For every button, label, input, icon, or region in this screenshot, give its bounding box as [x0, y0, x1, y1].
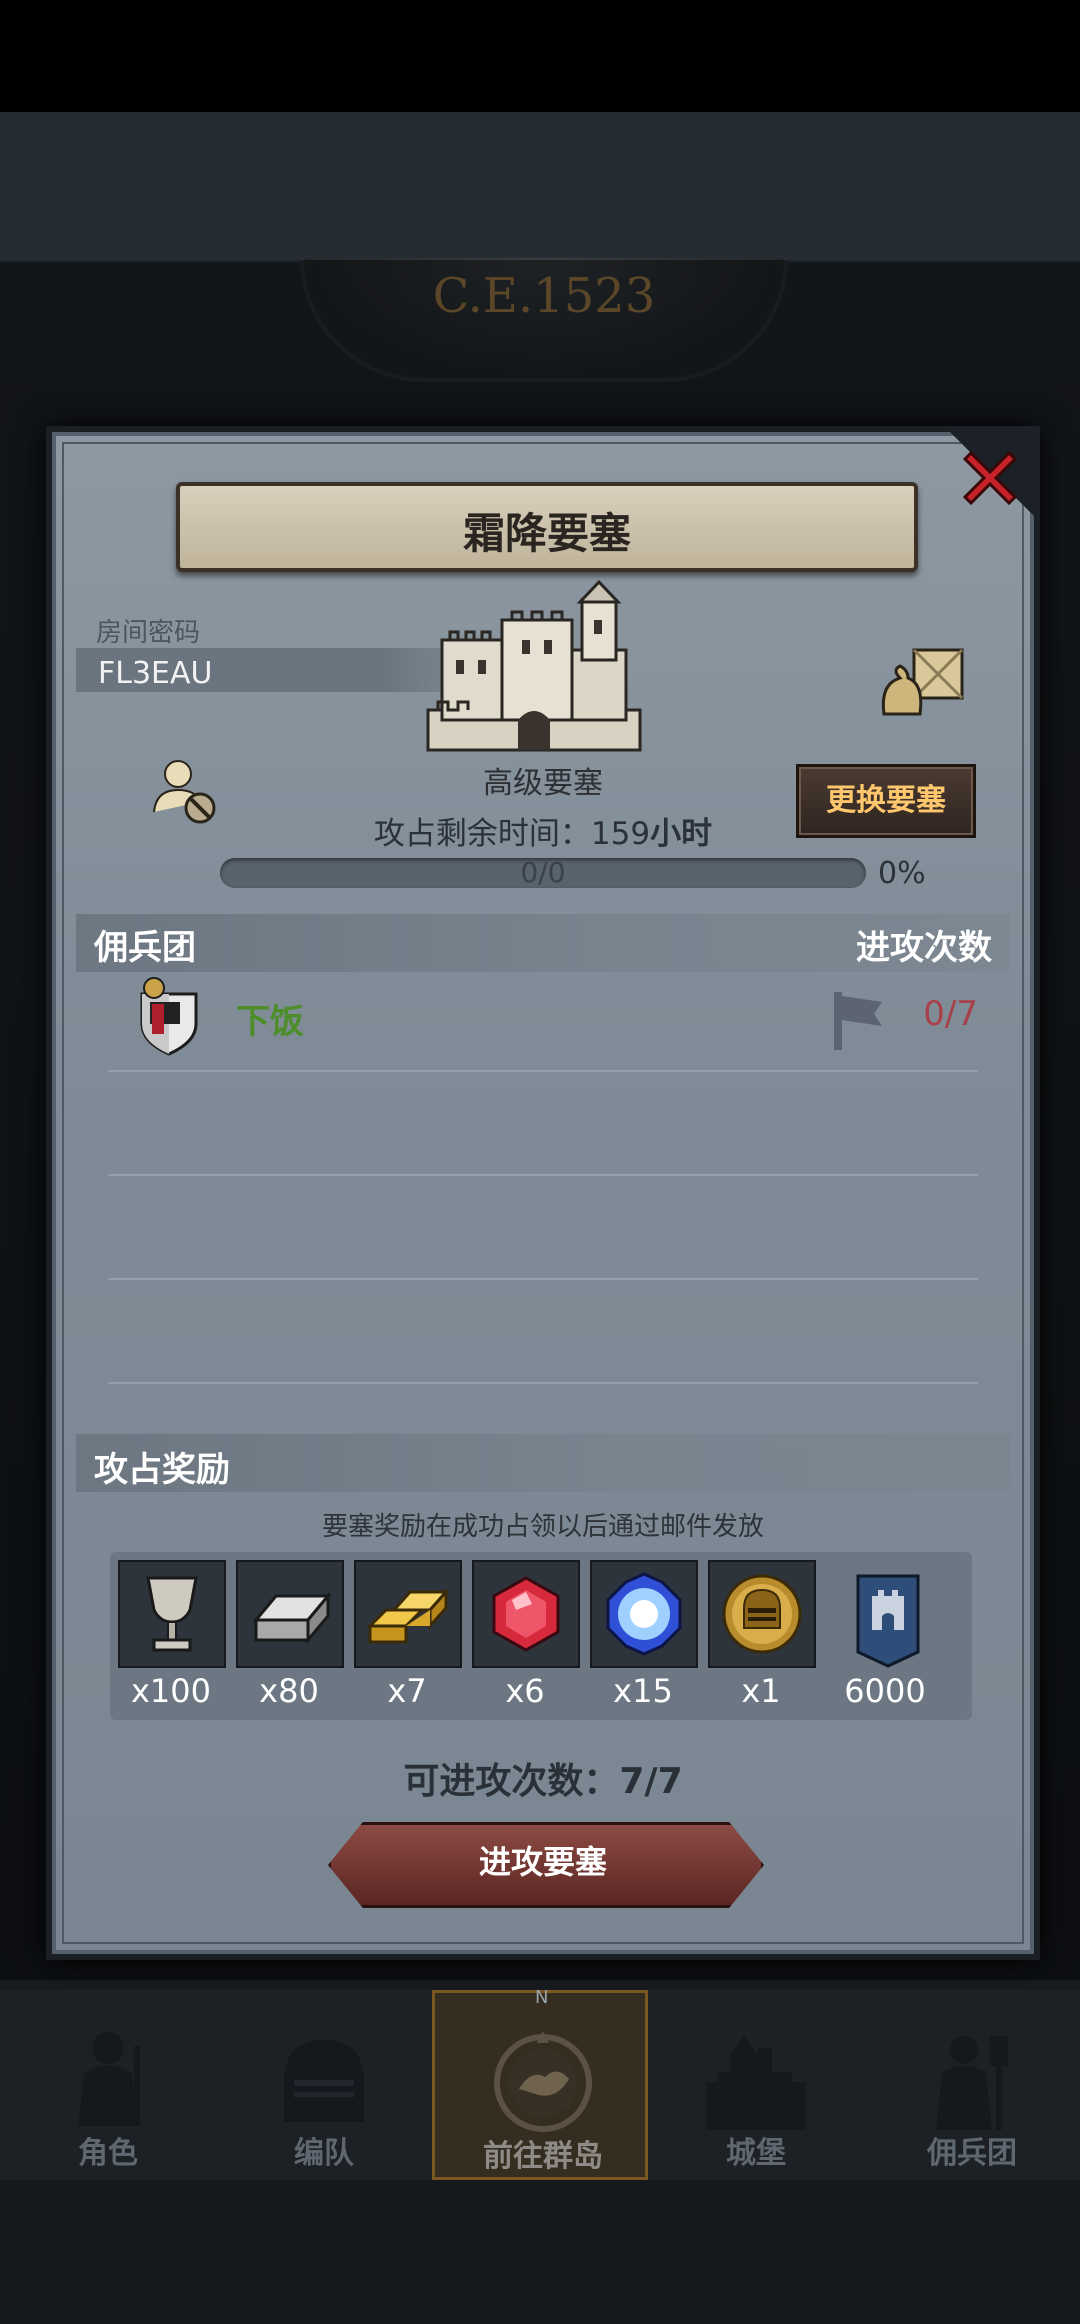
title-plate: 霜降要塞 [176, 482, 918, 572]
compass-icon [494, 2031, 592, 2132]
room-code-value[interactable]: FL3EAU [98, 656, 213, 691]
nav-label: 角色 [78, 2136, 138, 2171]
mercenary-row[interactable]: 下饭 0/7 [108, 976, 978, 1056]
crystal-icon [606, 1572, 682, 1656]
reward-qty: 6000 [844, 1672, 926, 1710]
helmet-icon [284, 2040, 364, 2122]
reward-frame [354, 1560, 462, 1668]
loot-bag-icon[interactable] [878, 644, 968, 718]
row-divider [108, 1278, 978, 1280]
reward-item[interactable]: x15 [590, 1560, 698, 1714]
warrior-icon [936, 2036, 1008, 2130]
iron-ingot-icon [252, 1591, 332, 1645]
reward-frame [118, 1560, 226, 1668]
nav-label: 前往群岛 [483, 2139, 603, 2174]
reward-qty: x15 [613, 1672, 673, 1710]
time-value: 159 [590, 816, 651, 852]
dialog-title: 霜降要塞 [462, 509, 631, 558]
nav-item-castle[interactable]: 城堡 [648, 1990, 864, 2180]
close-button[interactable] [952, 440, 1028, 516]
reward-qty: x7 [387, 1672, 427, 1710]
row-divider [108, 1382, 978, 1384]
goblet-icon [146, 1576, 198, 1652]
nav-label: 编队 [294, 2136, 354, 2171]
mercenary-name: 下饭 [236, 1002, 304, 1042]
nav-item-islands[interactable]: N 前往群岛 [432, 1987, 648, 2180]
flag-icon [834, 992, 882, 1050]
mercenary-section-label: 佣兵团 [94, 928, 196, 968]
reward-qty: x6 [505, 1672, 545, 1710]
castle-banner-icon [856, 1574, 920, 1668]
nav-label: 佣兵团 [927, 2136, 1017, 2171]
reward-frame [590, 1560, 698, 1668]
available-attack-count: 可进攻次数：7/7 [403, 1761, 683, 1802]
time-label: 攻占剩余时间： [373, 816, 591, 852]
status-bar [0, 0, 1080, 112]
nav-item-character[interactable]: 角色 [0, 1990, 216, 2180]
capture-progress-text: 0/0 [520, 856, 566, 889]
mercenary-attack-count: 0/7 [923, 994, 978, 1034]
reward-item[interactable]: x6 [472, 1560, 580, 1714]
knight-icon [78, 2032, 140, 2126]
top-band [0, 112, 1080, 262]
reward-frame [472, 1560, 580, 1668]
row-divider [108, 1070, 978, 1072]
reward-item[interactable]: x100 [118, 1560, 226, 1714]
room-code-label: 房间密码 [96, 618, 201, 648]
reward-qty: x80 [259, 1672, 319, 1710]
castle-icon [706, 2036, 806, 2130]
gold-bars-icon [366, 1588, 450, 1644]
compass-letter: N [535, 1987, 549, 2008]
reward-item[interactable]: x80 [236, 1560, 344, 1714]
nav-label: 城堡 [726, 2136, 786, 2171]
row-divider [108, 1174, 978, 1176]
guild-shield-icon [140, 977, 198, 1056]
fortress-castle-icon [426, 580, 642, 752]
reward-qty: x1 [741, 1672, 781, 1710]
capture-progress-bar: 0/0 [220, 856, 866, 889]
reward-item[interactable]: 6000 [832, 1560, 940, 1714]
close-icon [962, 450, 1018, 506]
capture-progress-percent: 0% [878, 856, 926, 891]
reward-frame [236, 1560, 344, 1668]
reward-strip: x100 x80 x7 x6 x15 x1 6000 [110, 1552, 972, 1720]
reward-note: 要塞奖励在成功占领以后通过邮件发放 [321, 1512, 764, 1542]
reward-item[interactable]: x1 [708, 1560, 816, 1714]
bottom-nav: 角色 编队 N 前往群岛 城堡 佣兵团 [0, 1987, 1080, 2180]
time-unit: 小时 [650, 816, 713, 852]
ruby-icon [492, 1576, 560, 1652]
knight-helmet-coin-icon [722, 1574, 802, 1654]
remaining-time: 攻占剩余时间：159小时 [52, 808, 1034, 853]
reward-section-label: 攻占奖励 [94, 1450, 230, 1490]
reward-item[interactable]: x7 [354, 1560, 462, 1714]
attack-fortress-button[interactable]: 进攻要塞 [328, 1822, 758, 1902]
reward-frame [708, 1560, 816, 1668]
reward-qty: x100 [130, 1672, 211, 1710]
fortress-dialog: 霜降要塞 房间密码 FL3EAU 高级要塞 更换要塞 攻占剩余时间：159小时 [46, 426, 1040, 1960]
attack-times-label: 进攻次数 [856, 928, 992, 968]
nav-item-formation[interactable]: 编队 [216, 1990, 432, 2180]
nav-item-mercenaries[interactable]: 佣兵团 [864, 1990, 1080, 2180]
